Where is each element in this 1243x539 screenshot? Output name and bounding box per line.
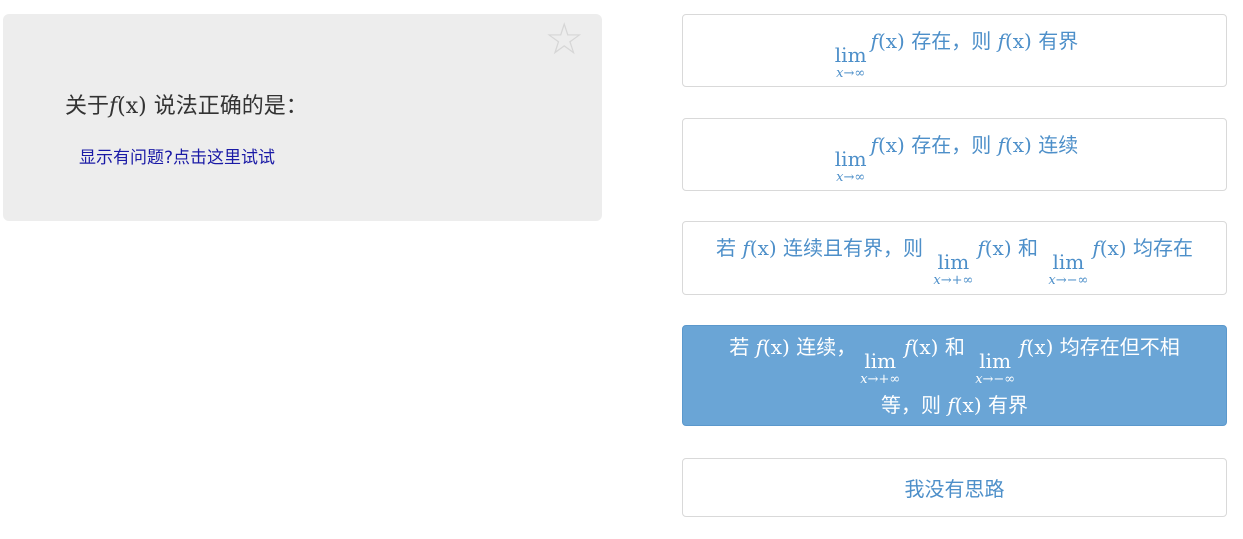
limit-expression: lim x→+∞ [933,250,974,288]
question-card: ☆ 关于f(x) 说法正确的是： 显示有问题?点击这里试试 [3,14,602,221]
limit-expression: lim x→+∞ [860,348,901,387]
star-icon[interactable]: ☆ [545,18,584,62]
answer-option-4[interactable]: 若 f(x) 连续， lim x→+∞ f(x) 和 lim x→−∞ f(x)… [682,325,1227,426]
no-idea-label: 我没有思路 [904,477,1005,501]
no-idea-button[interactable]: 我没有思路 [682,458,1227,517]
answer-option-1[interactable]: lim x→∞ f(x) 存在，则 f(x) 有界 [682,14,1227,87]
question-text: 关于f(x) 说法正确的是： [65,94,308,119]
limit-expression: lim x→−∞ [1048,250,1089,288]
display-help-link[interactable]: 显示有问题?点击这里试试 [79,143,275,168]
limit-expression: lim x→∞ [834,146,867,185]
limit-expression: lim x→∞ [834,42,867,81]
answer-option-2[interactable]: lim x→∞ f(x) 存在，则 f(x) 连续 [682,118,1227,191]
answer-option-3[interactable]: 若 f(x) 连续且有界，则 lim x→+∞ f(x) 和 lim x→−∞ … [682,221,1227,295]
limit-expression: lim x→−∞ [975,348,1016,387]
